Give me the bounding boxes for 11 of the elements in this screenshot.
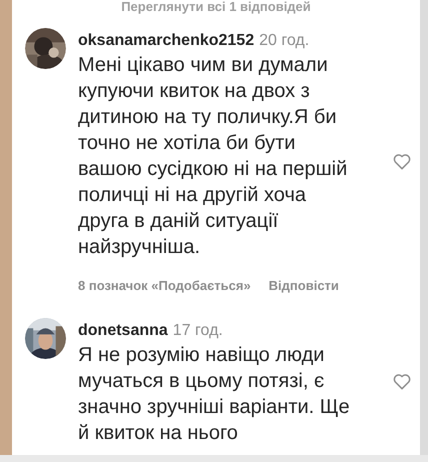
comment-text: Мені цікаво чим ви думали купуючи квиток на двох з дитиною на ту поличку.Я би точно не хотіла би бути вашою сусідкою ні на першій поличці ні на другій хоча друга в даній ситуації найзручніша. — [78, 53, 348, 260]
username[interactable]: oksanamarchenko2152 — [78, 31, 254, 51]
comment-text: Я не розумію навіщо люди мучаться в цьому потязі, є значно зручніші варіанти. Ще й квиток на нього — [78, 342, 351, 446]
timestamp: 20 год. — [259, 31, 310, 51]
reply-link[interactable]: Відповісти — [268, 276, 339, 296]
view-replies-link[interactable]: Переглянути всі 1 відповідей — [12, 0, 420, 28]
likes-count[interactable]: 8 позначок «Подобається» — [78, 276, 251, 296]
heart-icon[interactable] — [392, 372, 412, 392]
username[interactable]: donetsanna — [78, 320, 168, 340]
timestamp: 17 год. — [172, 320, 223, 340]
heart-icon[interactable] — [392, 152, 412, 172]
